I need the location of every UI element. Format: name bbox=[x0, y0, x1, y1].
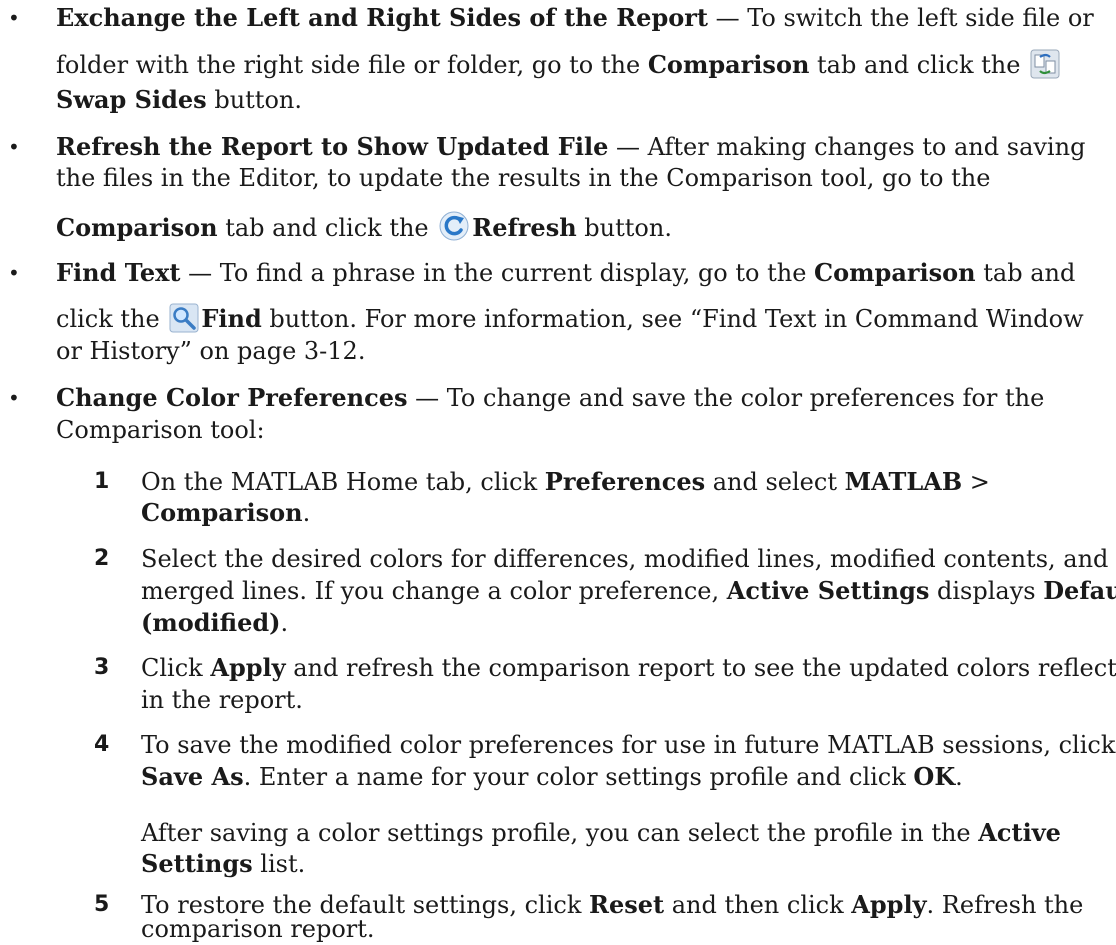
text-line: Exchange the Left and Right Sides of the… bbox=[56, 3, 1094, 32]
swap-sides-icon[interactable] bbox=[1030, 49, 1060, 87]
text-line: Find Text — To find a phrase in the curr… bbox=[56, 258, 1076, 287]
swap-sides-button-label: Swap Sides bbox=[56, 85, 207, 114]
text-line: Select the desired colors for difference… bbox=[141, 545, 1109, 573]
bullet-title: Refresh the Report to Show Updated File bbox=[56, 132, 609, 161]
cross-reference-link[interactable]: or History” on page 3-12. bbox=[56, 337, 365, 365]
text-line: Comparison tab and click the Refresh but… bbox=[56, 210, 672, 250]
text-line: folder with the right side file or folde… bbox=[56, 49, 1062, 87]
text-line: Change Color Preferences — To change and… bbox=[56, 383, 1045, 412]
text-line: or History” on page 3-12. bbox=[56, 335, 365, 367]
step-number: 3 bbox=[94, 655, 110, 680]
refresh-icon[interactable] bbox=[438, 210, 470, 250]
text-line: (modified). bbox=[141, 608, 289, 637]
text-line: merged lines. If you change a color pref… bbox=[141, 576, 1116, 605]
bullet-title: Change Color Preferences bbox=[56, 383, 408, 412]
text-line: On the MATLAB Home tab, click Preference… bbox=[141, 467, 990, 496]
text-line: After saving a color settings profile, y… bbox=[141, 818, 1061, 847]
bullet-mark: • bbox=[8, 386, 20, 410]
bullet-mark: • bbox=[8, 6, 20, 30]
documentation-page: • Exchange the Left and Right Sides of t… bbox=[0, 0, 1116, 945]
step-number: 5 bbox=[94, 892, 110, 917]
text-line: in the report. bbox=[141, 686, 303, 714]
text-line: Comparison tool: bbox=[56, 416, 265, 444]
refresh-button-label: Refresh bbox=[472, 213, 577, 242]
bullet-mark: • bbox=[8, 135, 20, 159]
text-line: Settings list. bbox=[141, 849, 306, 878]
text-line: Refresh the Report to Show Updated File … bbox=[56, 132, 1086, 161]
step-number: 1 bbox=[94, 469, 110, 494]
text-line: Comparison. bbox=[141, 498, 311, 527]
text-line: comparison report. bbox=[141, 915, 375, 943]
text-line: Swap Sides button. bbox=[56, 85, 302, 114]
step-number: 4 bbox=[94, 732, 110, 757]
find-button-label: Find bbox=[201, 304, 262, 333]
text-line: Click Apply and refresh the comparison r… bbox=[141, 653, 1116, 682]
text-line: To save the modified color preferences f… bbox=[141, 731, 1116, 759]
text-line: the files in the Editor, to update the r… bbox=[56, 164, 991, 192]
bullet-mark: • bbox=[8, 261, 20, 285]
text-line: Save As. Enter a name for your color set… bbox=[141, 762, 963, 791]
bullet-title: Exchange the Left and Right Sides of the… bbox=[56, 3, 708, 32]
step-number: 2 bbox=[94, 546, 110, 571]
bullet-title: Find Text bbox=[56, 258, 181, 287]
